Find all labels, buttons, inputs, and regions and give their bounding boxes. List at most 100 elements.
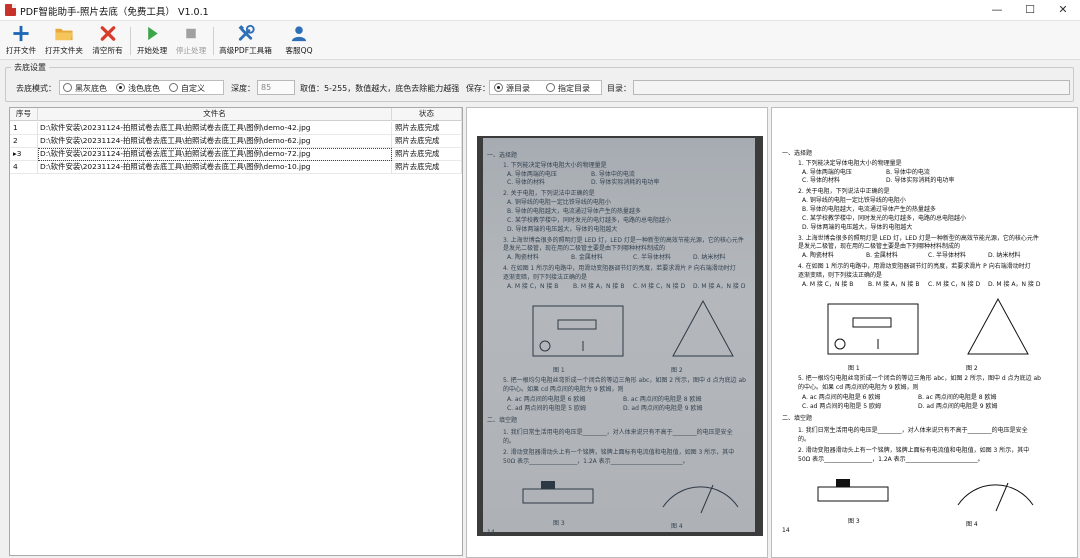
processed-paper: 一、选择题 1. 下列能决定导体电阻大小的物理量是 A. 导体两端的电压 B. 导体中… — [778, 136, 1074, 538]
circuit-and-triangle-figure — [523, 296, 753, 368]
open-folder-button[interactable]: 打开文件夹 — [43, 23, 85, 58]
photo-paper: 一、选择题 1. 下列能决定导体电阻大小的物理量是 A. 导体两端的电压 B. 导体中… — [483, 138, 755, 536]
document-line: A. 导体两端的电压 — [802, 169, 852, 176]
start-process-button[interactable]: 开始处理 — [134, 23, 170, 58]
table-header: 序号 文件名 状态 — [10, 108, 462, 121]
document-line: 4. 在如图 1 所示的电路中，用滑动变阻器调节灯的亮度，若要求滑片 P 向右端… — [798, 263, 1031, 270]
document-line: D. 导体两端的电压越大，导体的电阻越大 — [802, 224, 913, 231]
depth-label: 深度： — [231, 84, 255, 93]
document-line: 是发光二极管，现在用的二极管主要是由下列哪种材料制成的 — [503, 245, 666, 252]
depth-hint: 取值：5-255，数值越大，底色去除能力越强 — [300, 84, 460, 93]
table-row[interactable]: 4 D:\软件安装\20231124-拍照试卷去底工具\拍照试卷去底工具\图例\d… — [10, 161, 462, 174]
document-line: B. ac 两点间的电阻是 8 欧姆 — [623, 396, 702, 403]
row-index-value: 3 — [16, 149, 22, 158]
document-line: 是发光二极管，现在用的二极管主要是由下列哪种材料制成的 — [798, 243, 961, 250]
toolbar-separator — [130, 27, 131, 55]
document-line: C. 导体的材料 — [802, 177, 841, 184]
document-line: A. 导体两端的电压 — [507, 171, 557, 178]
tools-icon — [238, 24, 255, 41]
document-line: 3. 上海世博会很多的照明灯是 LED 灯，LED 灯是一种新型的高效节能光源，… — [503, 237, 744, 244]
document-line: B. 金属材料 — [571, 254, 603, 261]
document-line: A. 铜导线的电阻一定比铁导线的电阻小 — [802, 197, 906, 204]
document-line: 1. 我们日常生活用电的电压是________，对人体来说只有不高于______… — [503, 429, 733, 436]
toolbar: 打开文件 打开文件夹 清空所有 开始处理 停止处理 高级PDF工具箱 客服QQ — [0, 21, 1080, 60]
document-line: C. M 接 C，N 接 D — [633, 283, 686, 290]
document-line: 5. 把一根均匀电阻丝弯折成一个闭合的等边三角形 abc，如图 2 所示，图中 … — [798, 375, 1041, 382]
table-row[interactable]: ▸3 D:\软件安装\20231124-拍照试卷去底工具\拍照试卷去底工具\图例\… — [10, 148, 462, 161]
start-process-label: 开始处理 — [136, 46, 168, 55]
row-filename: D:\软件安装\20231124-拍照试卷去底工具\拍照试卷去底工具\图例\de… — [38, 148, 392, 161]
row-index-value: 2 — [13, 136, 18, 145]
original-preview-panel: 一、选择题 1. 下列能决定导体电阻大小的物理量是 A. 导体两端的电压 B. 导体中… — [466, 107, 768, 558]
depth-input[interactable]: 85 — [257, 80, 295, 95]
document-line: A. ac 两点间的电阻是 6 欧姆 — [507, 396, 586, 403]
dir-input[interactable] — [633, 80, 1070, 95]
document-line: A. M 接 C，N 接 B — [802, 281, 854, 288]
save-option-custom[interactable]: 指定目录 — [558, 83, 590, 94]
save-radio-source[interactable] — [494, 83, 503, 92]
minimize-button[interactable]: — — [980, 0, 1014, 21]
plus-icon — [13, 25, 29, 42]
clear-all-button[interactable]: 清空所有 — [90, 23, 125, 58]
document-line: 1. 下列能决定导体电阻大小的物理量是 — [503, 162, 607, 169]
row-index-value: 1 — [13, 123, 18, 132]
file-table: 序号 文件名 状态 1 D:\软件安装\20231124-拍照试卷去底工具\拍照试… — [9, 107, 463, 556]
document-line: B. 导体的电阻越大，电流通过导体产生的热量越多 — [802, 206, 936, 213]
document-line: D. M 接 A，N 接 D — [988, 281, 1041, 288]
open-folder-label: 打开文件夹 — [45, 46, 83, 55]
open-file-button[interactable]: 打开文件 — [4, 23, 38, 58]
document-line: 图 3 — [848, 518, 860, 525]
save-radio-custom[interactable] — [546, 83, 555, 92]
document-line: D. 纳米材料 — [988, 252, 1021, 259]
document-line: 50Ω 表示________________，1.2A 表示__________… — [503, 458, 689, 465]
mode-option-dark[interactable]: 黑灰底色 — [75, 83, 107, 94]
document-line: A. M 接 C，N 接 B — [507, 283, 559, 290]
clear-all-label: 清空所有 — [92, 46, 123, 55]
document-line: D. M 接 A，N 接 D — [693, 283, 746, 290]
document-line: 图 4 — [671, 523, 683, 530]
save-option-source[interactable]: 源目录 — [506, 83, 530, 94]
row-index: ▸3 — [10, 148, 38, 161]
mode-radio-light[interactable] — [116, 83, 125, 92]
document-line: B. 导体中的电流 — [886, 169, 930, 176]
row-filename: D:\软件安装\20231124-拍照试卷去底工具\拍照试卷去底工具\图例\de… — [38, 161, 392, 174]
mode-radio-custom[interactable] — [169, 83, 178, 92]
document-line: C. 某学校教学楼中，同时发光的电灯越多，电路的总电阻越小 — [507, 217, 672, 224]
document-line: B. ac 两点间的电阻是 8 欧姆 — [918, 394, 997, 401]
document-line: 1. 下列能决定导体电阻大小的物理量是 — [798, 160, 902, 167]
stop-process-button[interactable]: 停止处理 — [173, 23, 209, 58]
stop-process-label: 停止处理 — [175, 46, 207, 55]
mode-option-custom[interactable]: 自定义 — [181, 83, 205, 94]
document-line: 的中心。如果 cd 两点间的电阻为 9 欧姆，则 — [503, 386, 624, 393]
document-line: 3. 上海世博会很多的照明灯是 LED 灯，LED 灯是一种新型的高效节能光源，… — [798, 235, 1039, 242]
folder-icon — [55, 28, 73, 41]
support-qq-button[interactable]: 客服QQ — [282, 23, 316, 58]
rheostat-and-meter-figure — [513, 473, 753, 521]
header-index[interactable]: 序号 — [10, 108, 38, 121]
table-row[interactable]: 2 D:\软件安装\20231124-拍照试卷去底工具\拍照试卷去底工具\图例\d… — [10, 135, 462, 148]
mode-option-light[interactable]: 浅色底色 — [128, 83, 160, 94]
document-line: 一、选择题 — [782, 150, 813, 157]
document-line: 2. 滑动变阻器滑动头上有一个铭牌，铭牌上面标有电流值和电阻值，如图 3 所示，… — [798, 447, 1030, 454]
row-status: 照片去底完成 — [392, 135, 462, 148]
header-filename[interactable]: 文件名 — [38, 108, 392, 121]
document-line: 5. 把一根均匀电阻丝弯折成一个闭合的等边三角形 abc，如图 2 所示，图中 … — [503, 377, 746, 384]
close-window-button[interactable]: ✕ — [1046, 0, 1080, 21]
advanced-pdf-tools-button[interactable]: 高级PDF工具箱 — [217, 23, 274, 58]
document-line: A. 铜导线的电阻一定比铁导线的电阻小 — [507, 199, 611, 206]
document-line: C. 半导体材料 — [633, 254, 672, 261]
maximize-button[interactable]: ☐ — [1013, 0, 1047, 21]
document-line: D. 纳米材料 — [693, 254, 726, 261]
document-line: 图 2 — [966, 365, 978, 372]
row-index-value: 4 — [13, 162, 18, 171]
document-line: 2. 滑动变阻器滑动头上有一个铭牌，铭牌上面标有电流值和电阻值，如图 3 所示，… — [503, 449, 735, 456]
close-x-icon — [100, 26, 115, 41]
circuit-and-triangle-figure — [818, 294, 1048, 366]
window-title: PDF智能助手-照片去底（免费工具） V1.0.1 — [20, 7, 209, 18]
document-line: 1. 我们日常生活用电的电压是________，对人体来说只有不高于______… — [798, 427, 1028, 434]
mode-radio-dark[interactable] — [63, 83, 72, 92]
processed-preview-panel: 一、选择题 1. 下列能决定导体电阻大小的物理量是 A. 导体两端的电压 B. 导体中… — [771, 107, 1078, 558]
table-row[interactable]: 1 D:\软件安装\20231124-拍照试卷去底工具\拍照试卷去底工具\图例\d… — [10, 122, 462, 135]
header-status[interactable]: 状态 — [392, 108, 462, 121]
user-icon — [291, 26, 307, 42]
